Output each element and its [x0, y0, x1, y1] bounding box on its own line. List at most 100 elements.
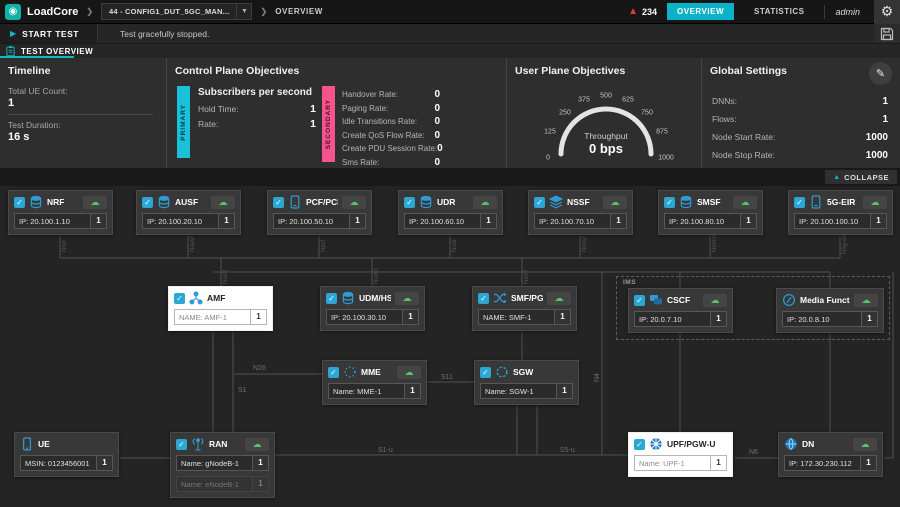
- node-upf-pgw-u[interactable]: UPF/PGW-U Name: UPF-1 1: [628, 432, 733, 477]
- config-selector[interactable]: 44 - CONFIG1_DUT_5GC_MAN... ▼: [101, 3, 252, 20]
- chevron-down-icon[interactable]: ▼: [236, 4, 251, 19]
- checkbox[interactable]: [404, 197, 415, 208]
- primary-objective-tab[interactable]: PRIMARY: [177, 86, 190, 158]
- cloud-status-icon: ☁: [83, 196, 107, 209]
- user-plane-panel: User Plane Objectives 0 125 250 375 500 …: [507, 58, 702, 168]
- link-label: S1-u: [378, 447, 393, 454]
- node-field: Name: MME-1: [329, 387, 404, 396]
- node-smf-pgw-c[interactable]: SMF/PGW-C ☁ NAME: SMF-1 1: [472, 286, 577, 331]
- app-title: LoadCore: [27, 6, 78, 18]
- primary-tab-label: PRIMARY: [180, 104, 187, 141]
- checkbox[interactable]: [634, 439, 645, 450]
- node-field: IP: 20.100.20.10: [143, 217, 218, 226]
- timeline-panel: Timeline Total UE Count: 1 Test Duration…: [0, 58, 167, 168]
- checkbox[interactable]: [14, 197, 25, 208]
- control-plane-panel: Control Plane Objectives PRIMARY Subscri…: [167, 58, 507, 168]
- checkbox[interactable]: [142, 197, 153, 208]
- gauge-center-label: Throughput: [584, 131, 627, 141]
- secondary-objective-tab[interactable]: SECONDARY: [322, 86, 335, 162]
- node-nrf[interactable]: NRF ☁ IP: 20.100.1.10 1: [8, 190, 113, 235]
- global-settings-title: Global Settings: [710, 65, 787, 77]
- stat-row: Create QoS Flow Rate: 0: [342, 130, 440, 141]
- link-label: Nsmsf: [712, 235, 718, 252]
- stat-value: 0: [434, 116, 440, 127]
- node-ran[interactable]: RAN ☁ Name: gNodeB-1 1 Name: eNodeB-1 1: [170, 432, 275, 498]
- stat-label: Handover Rate:: [342, 90, 398, 99]
- globe-icon: [784, 437, 798, 451]
- node-ue[interactable]: UE MSIN: 0123456001 1: [14, 432, 119, 477]
- total-ue-label: Total UE Count:: [8, 86, 68, 96]
- checkbox[interactable]: [534, 197, 545, 208]
- checkbox[interactable]: [176, 439, 187, 450]
- alerts-indicator[interactable]: ▲ 234: [628, 7, 657, 17]
- node-title: Media Function: [800, 295, 850, 305]
- node-count: 1: [404, 384, 420, 398]
- checkbox[interactable]: [634, 295, 645, 306]
- config-name[interactable]: 44 - CONFIG1_DUT_5GC_MAN...: [102, 7, 236, 16]
- node-pcf-pcrf[interactable]: PCF/PCRF ☁ IP: 20.100.50.10 1: [267, 190, 372, 235]
- node-field: Name: UPF-1: [635, 459, 710, 468]
- checkbox[interactable]: [326, 293, 337, 304]
- node-count: 1: [710, 312, 726, 326]
- checkbox[interactable]: [480, 367, 491, 378]
- checkbox[interactable]: [174, 293, 185, 304]
- node-smsf[interactable]: SMSF ☁ IP: 20.100.80.10 1: [658, 190, 763, 235]
- link-label: Namf: [223, 269, 229, 284]
- gauge-tick: 125: [544, 129, 556, 136]
- node-mme[interactable]: MME ☁ Name: MME-1 1: [322, 360, 427, 405]
- stat-row: Sms Rate: 0: [342, 157, 440, 168]
- node-media-function[interactable]: Media Function ☁ IP: 20.0.8.10 1: [776, 288, 884, 333]
- total-ue-value: 1: [8, 97, 14, 109]
- database-icon: [341, 291, 355, 305]
- tab-bar: TEST OVERVIEW: [0, 44, 900, 58]
- cloud-status-icon: ☁: [547, 292, 571, 305]
- save-button[interactable]: [874, 24, 900, 43]
- stat-row: Handover Rate: 0: [342, 89, 440, 100]
- node-nssf[interactable]: NSSF ☁ IP: 20.100.70.10 1: [528, 190, 633, 235]
- test-duration-value: 16 s: [8, 131, 29, 143]
- nav-statistics[interactable]: STATISTICS: [744, 3, 814, 20]
- settings-gear-icon[interactable]: ⚙: [874, 0, 900, 24]
- checkbox[interactable]: [664, 197, 675, 208]
- stat-value: 0: [437, 143, 443, 154]
- collapse-button[interactable]: ▲ COLLAPSE: [825, 170, 897, 184]
- link-label: S1: [238, 387, 247, 394]
- node-udm-hss[interactable]: UDM/HSS ☁ IP: 20.100.30.10 1: [320, 286, 425, 331]
- checkbox[interactable]: [478, 293, 489, 304]
- checkbox[interactable]: [273, 197, 284, 208]
- stat-value: 0: [434, 103, 440, 114]
- node-count: 1: [870, 214, 886, 228]
- cloud-status-icon: ☁: [854, 294, 878, 307]
- messages-database-icon: [679, 195, 693, 209]
- edit-pencil-button[interactable]: ✎: [869, 62, 892, 85]
- node-sgw[interactable]: SGW Name: SGW-1 1: [474, 360, 579, 405]
- node-count: 1: [556, 384, 572, 398]
- node-ausf[interactable]: AUSF ☁ IP: 20.100.20.10 1: [136, 190, 241, 235]
- chat-bubbles-icon: [649, 293, 663, 307]
- gauge-tick: 875: [656, 129, 668, 136]
- stat-row: Node Start Rate: 1000: [712, 132, 888, 143]
- test-duration-label: Test Duration:: [8, 120, 60, 130]
- node-field: IP: 20.100.50.10: [274, 217, 349, 226]
- user-menu[interactable]: admin: [835, 7, 864, 17]
- cloud-status-icon: ☁: [397, 366, 421, 379]
- collapse-label: COLLAPSE: [844, 173, 889, 182]
- node-field: Name: gNodeB-1: [177, 459, 252, 468]
- start-test-button[interactable]: ▶ START TEST: [0, 24, 98, 43]
- link-label: Nausf: [190, 236, 196, 252]
- checkbox[interactable]: [794, 197, 805, 208]
- database-icon: [419, 195, 433, 209]
- chevron-up-icon: ▲: [833, 174, 840, 181]
- test-status-text: Test gracefully stopped.: [120, 29, 209, 39]
- node-dn[interactable]: DN ☁ IP: 172.30.230.112 1: [778, 432, 883, 477]
- node-udr[interactable]: UDR ☁ IP: 20.100.60.10 1: [398, 190, 503, 235]
- nav-overview[interactable]: OVERVIEW: [667, 3, 734, 20]
- node-5g-eir[interactable]: 5G-EIR ☁ IP: 20.100.100.10 1: [788, 190, 893, 235]
- node-cscf[interactable]: CSCF ☁ IP: 20.0.7.10 1: [628, 288, 733, 333]
- checkbox[interactable]: [328, 367, 339, 378]
- stat-label: Paging Rate:: [342, 104, 388, 113]
- node-count: 1: [740, 214, 756, 228]
- stat-value: 0: [434, 130, 440, 141]
- primary-objectives: Subscribers per second Hold Time: 1 Rate…: [198, 87, 316, 133]
- node-amf[interactable]: AMF NAME: AMF-1 1: [168, 286, 273, 331]
